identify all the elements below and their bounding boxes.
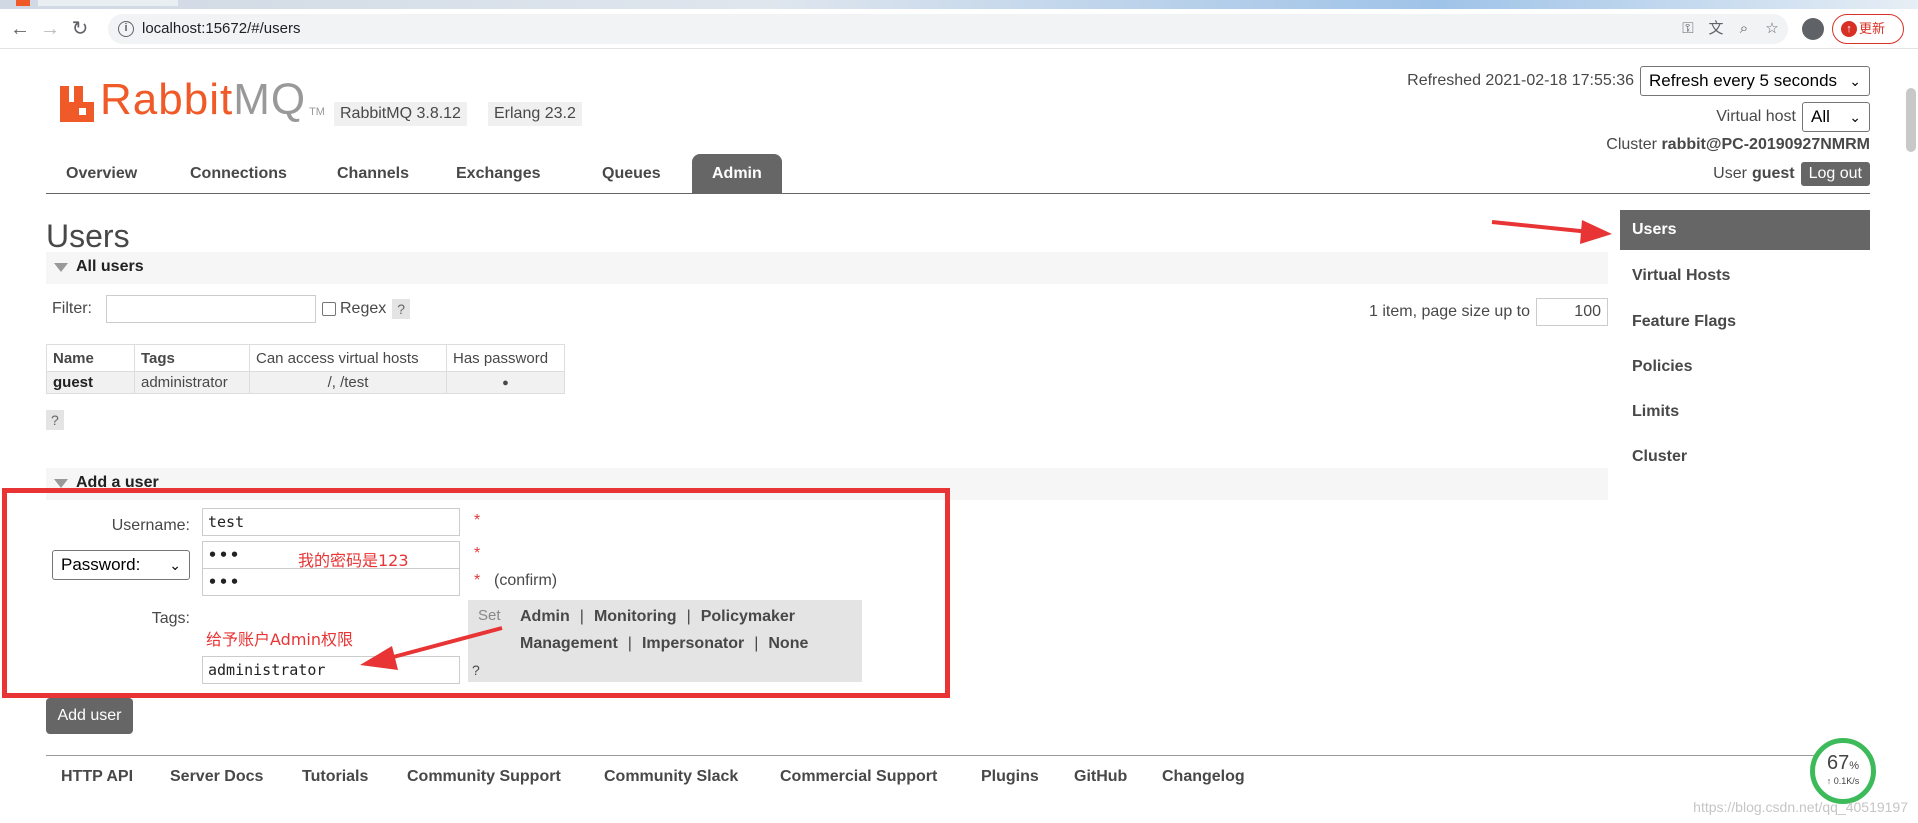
table-help-button[interactable]: ? xyxy=(46,410,64,430)
zoom-icon[interactable]: ⌕ xyxy=(1734,19,1754,39)
page-title: Users xyxy=(46,218,130,254)
address-url[interactable]: localhost:15672/#/users xyxy=(142,20,300,37)
sidebar-item-feature-flags[interactable]: Feature Flags xyxy=(1620,302,1870,342)
user-has-password-cell: ● xyxy=(446,371,565,394)
sidebar-item-virtual-hosts[interactable]: Virtual Hosts xyxy=(1620,256,1870,296)
page-size-input[interactable]: 100 xyxy=(1536,298,1608,326)
speed-rate: ↑ 0.1K/s xyxy=(1826,776,1860,786)
logo-trademark: TM xyxy=(309,106,325,118)
reload-icon[interactable]: ↻ xyxy=(68,17,92,41)
tab-channels[interactable]: Channels xyxy=(317,154,429,194)
network-speed-widget[interactable]: 67% ↑ 0.1K/s xyxy=(1810,738,1876,804)
refresh-select-value: Refresh every 5 seconds xyxy=(1649,71,1838,90)
back-arrow-icon[interactable]: ← xyxy=(8,17,32,41)
refresh-row: Refreshed 2021-02-18 17:55:36 Refresh ev… xyxy=(1407,66,1870,96)
footer-link-community-slack[interactable]: Community Slack xyxy=(604,768,738,786)
browser-toolbar: ← → ↻ i localhost:15672/#/users ⚿ 文 ⌕ ☆ … xyxy=(0,9,1918,49)
logo-wordmark: RabbitMQ xyxy=(100,75,307,124)
rabbitmq-version-badge: RabbitMQ 3.8.12 xyxy=(334,102,467,126)
footer-link-plugins[interactable]: Plugins xyxy=(981,768,1039,786)
rabbitmq-logo-icon xyxy=(60,86,94,122)
main-nav-tabs: Overview Connections Channels Exchanges … xyxy=(46,154,1870,194)
tab-exchanges[interactable]: Exchanges xyxy=(436,154,560,194)
cluster-label: Cluster xyxy=(1606,136,1657,153)
scrollbar-thumb[interactable] xyxy=(1906,88,1916,152)
password-annotation: 我的密码是123 xyxy=(298,551,409,570)
browser-update-button[interactable]: ↑ 更新 xyxy=(1832,14,1904,44)
regex-label: Regex xyxy=(340,300,387,317)
translate-icon[interactable]: 文 xyxy=(1706,19,1726,39)
add-user-button[interactable]: Add user xyxy=(46,698,133,734)
profile-avatar-icon[interactable] xyxy=(1802,18,1824,40)
col-header-vhosts: Can access virtual hosts xyxy=(249,344,447,372)
vhost-row: Virtual host All ⌄ xyxy=(1716,102,1870,132)
footer-links: HTTP API Server Docs Tutorials Community… xyxy=(46,755,1870,795)
collapse-triangle-icon xyxy=(54,479,68,488)
sidebar-item-limits[interactable]: Limits xyxy=(1620,392,1870,432)
chevron-down-icon: ⌄ xyxy=(1849,73,1861,89)
tags-annotation: 给予账户Admin权限 xyxy=(206,630,353,649)
chevron-down-icon: ⌄ xyxy=(1849,109,1861,125)
arrow-to-users-sidebar xyxy=(1491,220,1612,244)
key-icon[interactable]: ⚿ xyxy=(1678,19,1698,39)
csdn-watermark: https://blog.csdn.net/qq_40519197 xyxy=(1693,799,1908,815)
users-table: Name Tags Can access virtual hosts Has p… xyxy=(46,344,565,394)
browser-tab[interactable] xyxy=(38,0,178,6)
user-name-cell[interactable]: guest xyxy=(46,371,135,394)
vhost-select[interactable]: All ⌄ xyxy=(1802,102,1870,132)
sidebar-item-users[interactable]: Users xyxy=(1620,210,1870,250)
browser-tab-strip xyxy=(0,0,1918,9)
update-arrow-icon: ↑ xyxy=(1841,21,1857,37)
erlang-version-badge: Erlang 23.2 xyxy=(488,102,582,126)
filter-label: Filter: xyxy=(52,300,92,317)
speed-percent: 67% xyxy=(1826,752,1860,774)
all-users-label: All users xyxy=(76,258,144,275)
filter-help-button[interactable]: ? xyxy=(392,299,411,319)
table-row[interactable]: guest administrator /, /test ● xyxy=(46,371,565,394)
vhost-label: Virtual host xyxy=(1716,108,1796,125)
paging-text: 1 item, page size up to xyxy=(1369,303,1530,320)
footer-link-github[interactable]: GitHub xyxy=(1074,768,1127,786)
address-bar[interactable]: i localhost:15672/#/users ⚿ 文 ⌕ ☆ xyxy=(108,14,1788,44)
page-scrollbar[interactable] xyxy=(1904,49,1918,823)
sidebar-item-cluster[interactable]: Cluster xyxy=(1620,437,1870,477)
cluster-info: Cluster rabbit@PC-20190927NMRM xyxy=(1606,136,1870,154)
cluster-name: rabbit@PC-20190927NMRM xyxy=(1661,136,1870,153)
footer-link-changelog[interactable]: Changelog xyxy=(1162,768,1245,786)
col-header-tags[interactable]: Tags xyxy=(134,344,250,372)
sidebar-item-policies[interactable]: Policies xyxy=(1620,347,1870,387)
regex-checkbox[interactable] xyxy=(322,302,336,316)
bookmark-star-icon[interactable]: ☆ xyxy=(1762,19,1782,39)
all-users-section-header[interactable]: All users xyxy=(46,252,1608,284)
user-tags-cell: administrator xyxy=(134,371,250,394)
footer-link-server-docs[interactable]: Server Docs xyxy=(170,768,263,786)
col-header-name[interactable]: Name xyxy=(46,344,135,372)
annotation-highlight-box xyxy=(2,488,950,698)
collapse-triangle-icon xyxy=(54,263,68,272)
user-vhosts-cell: /, /test xyxy=(249,371,447,394)
vhost-select-value: All xyxy=(1811,107,1830,126)
tab-overview[interactable]: Overview xyxy=(46,154,157,194)
tab-favicon xyxy=(16,0,30,6)
footer-link-tutorials[interactable]: Tutorials xyxy=(302,768,368,786)
col-header-has-password: Has password xyxy=(446,344,565,372)
paging-info: 1 item, page size up to 100 xyxy=(1369,298,1608,326)
tab-queues[interactable]: Queues xyxy=(582,154,681,194)
filter-row: Filter: Regex ? xyxy=(52,295,411,323)
refresh-interval-select[interactable]: Refresh every 5 seconds ⌄ xyxy=(1640,66,1870,96)
filter-input[interactable] xyxy=(106,295,316,323)
tab-admin[interactable]: Admin xyxy=(692,154,782,194)
table-header-row: Name Tags Can access virtual hosts Has p… xyxy=(46,344,565,372)
footer-link-community-support[interactable]: Community Support xyxy=(407,768,561,786)
forward-arrow-icon[interactable]: → xyxy=(38,17,62,41)
site-info-icon[interactable]: i xyxy=(118,21,134,37)
rabbitmq-logo: RabbitMQ TM xyxy=(60,78,325,122)
tab-connections[interactable]: Connections xyxy=(170,154,307,194)
update-label: 更新 xyxy=(1859,21,1886,36)
footer-link-http-api[interactable]: HTTP API xyxy=(61,768,133,786)
footer-link-commercial-support[interactable]: Commercial Support xyxy=(780,768,937,786)
refreshed-timestamp: Refreshed 2021-02-18 17:55:36 xyxy=(1407,72,1634,89)
